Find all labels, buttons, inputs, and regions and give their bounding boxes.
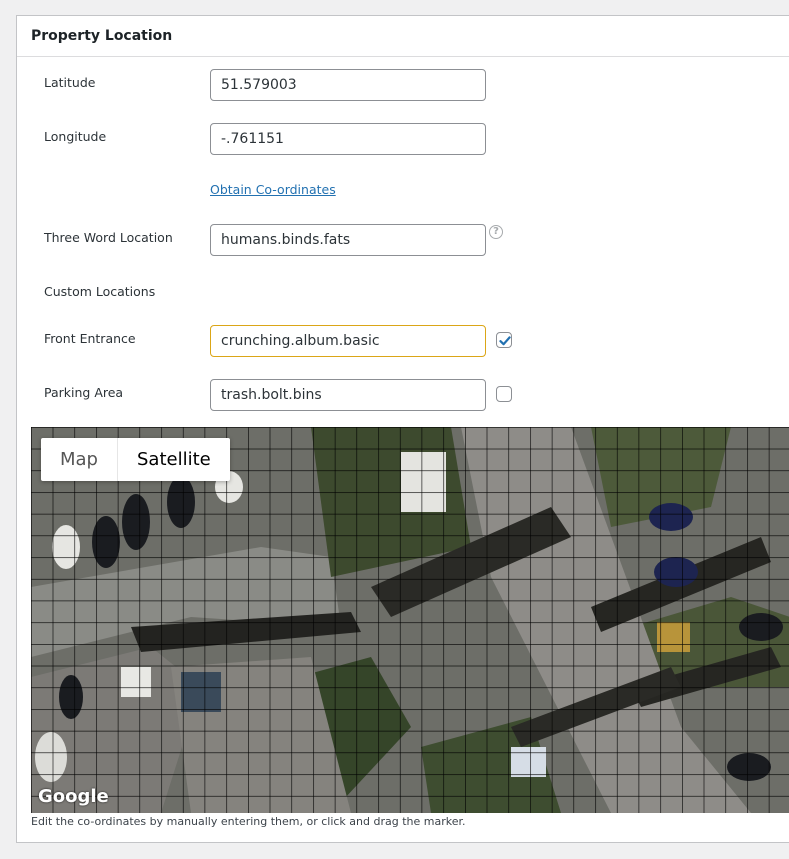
longitude-input[interactable] [210,123,486,155]
custom-locations-heading: Custom Locations [44,284,156,299]
front-entrance-input[interactable] [210,325,486,357]
parking-area-label: Parking Area [44,385,124,400]
longitude-label: Longitude [44,129,107,144]
map-help-caption: Edit the co-ordinates by manually enteri… [31,815,466,828]
map-type-satellite-button[interactable]: Satellite [118,438,230,481]
latitude-label: Latitude [44,75,96,90]
satellite-imagery [31,427,789,813]
latitude-input[interactable] [210,69,486,101]
parking-area-checkbox[interactable] [496,386,512,402]
front-entrance-label: Front Entrance [44,331,136,346]
help-circle-icon[interactable]: ? [489,225,503,239]
map-type-control: Map Satellite [41,438,230,481]
satellite-map[interactable]: Map Satellite Google [31,427,789,813]
obtain-coordinates-link[interactable]: Obtain Co-ordinates [210,182,336,197]
checkmark-icon [499,336,511,346]
front-entrance-checkbox[interactable] [496,332,512,348]
three-word-location-input[interactable] [210,224,486,256]
three-word-location-label: Three Word Location [44,230,173,245]
parking-area-input[interactable] [210,379,486,411]
property-location-panel: Property Location Latitude Longitude Obt… [16,15,789,843]
google-logo: Google [38,786,109,807]
panel-header: Property Location [17,16,789,57]
map-type-map-button[interactable]: Map [41,438,118,481]
panel-title: Property Location [31,28,173,44]
